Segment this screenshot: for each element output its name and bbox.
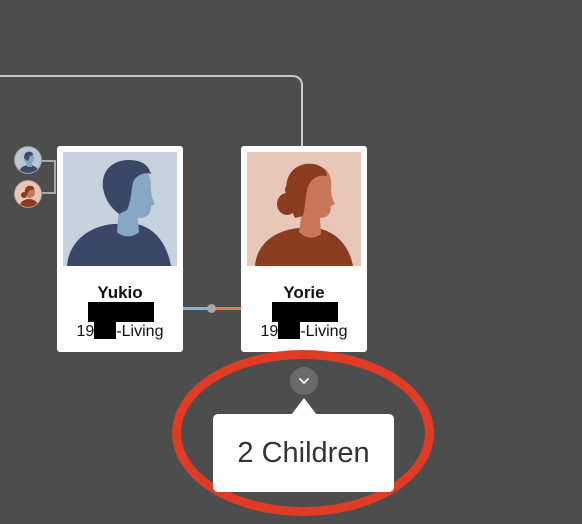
redacted-surname <box>272 302 338 322</box>
tooltip-arrow <box>291 398 317 415</box>
children-count-tooltip: 2 Children <box>213 414 394 492</box>
chevron-down-icon <box>299 378 309 384</box>
person-lifespan: 19 -Living <box>260 322 348 340</box>
male-portrait-icon <box>63 152 177 266</box>
redacted-birth-year <box>278 322 301 339</box>
person-name: Yukio <box>97 283 143 302</box>
father-avatar-icon[interactable] <box>14 146 42 174</box>
redacted-birth-year <box>94 322 117 339</box>
parent-connector-line <box>0 75 303 147</box>
person-card-yorie[interactable]: Yorie 19 -Living <box>241 146 367 352</box>
redacted-surname <box>88 302 154 322</box>
parents-connector-bracket <box>42 160 56 194</box>
expand-children-button[interactable] <box>290 367 318 395</box>
female-portrait-icon <box>247 152 361 266</box>
couple-connector-dot[interactable] <box>207 304 216 313</box>
person-card-yukio[interactable]: Yukio 19 -Living <box>57 146 183 352</box>
female-partner-link <box>212 307 241 310</box>
person-lifespan: 19 -Living <box>76 322 164 340</box>
mother-avatar-icon[interactable] <box>14 180 42 208</box>
person-name: Yorie <box>283 283 325 302</box>
